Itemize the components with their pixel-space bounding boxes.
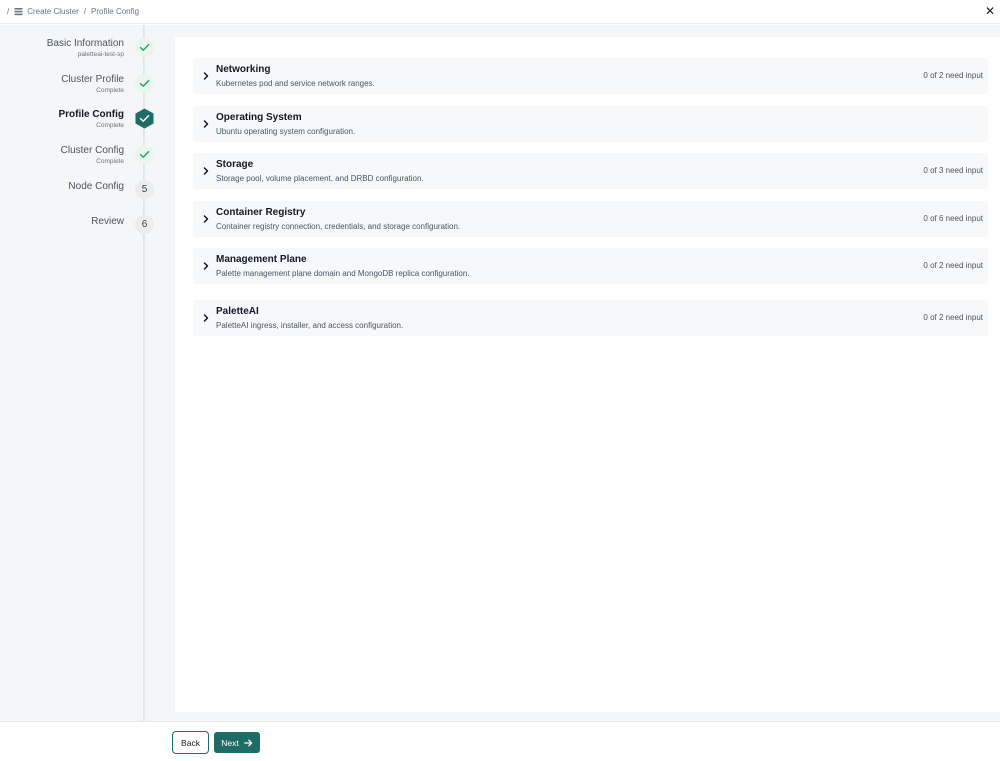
section-networking[interactable]: Networking Kubernetes pod and service ne… (193, 58, 988, 94)
section-title: Networking (216, 64, 271, 75)
back-button[interactable]: Back (172, 731, 209, 754)
section-title: Operating System (216, 112, 302, 123)
check-icon (135, 145, 154, 164)
chevron-right-icon (203, 215, 209, 223)
step-label: Profile Config (58, 109, 124, 120)
check-icon (135, 38, 154, 57)
cluster-icon (14, 7, 23, 16)
step-sublabel: Complete (96, 122, 124, 129)
section-status: 0 of 2 need input (923, 313, 983, 322)
section-operating-system[interactable]: Operating System Ubuntu operating system… (193, 106, 988, 142)
section-status: 0 of 2 need input (923, 261, 983, 270)
chevron-right-icon (203, 167, 209, 175)
section-status: 0 of 6 need input (923, 214, 983, 223)
breadcrumb-lead-separator: / (7, 7, 10, 16)
section-container-registry[interactable]: Container Registry Container registry co… (193, 201, 988, 237)
close-icon[interactable]: ✕ (985, 4, 995, 18)
section-description: Palette management plane domain and Mong… (216, 269, 470, 278)
step-sublabel: Complete (96, 87, 124, 94)
chevron-right-icon (203, 120, 209, 128)
section-description: PaletteAI ingress, installer, and access… (216, 321, 404, 330)
stepper-sidebar: Basic Information paletteai-test-sp Clus… (0, 25, 154, 721)
step-label: Review (91, 216, 124, 227)
section-paletteai[interactable]: PaletteAI PaletteAI ingress, installer, … (193, 300, 988, 336)
back-button-label: Back (181, 737, 200, 748)
breadcrumb-item-create-cluster[interactable]: Create Cluster (27, 7, 79, 16)
step-number-badge: 5 (135, 180, 154, 199)
section-title: Container Registry (216, 207, 306, 218)
chevron-right-icon (203, 314, 209, 322)
chevron-right-icon (203, 72, 209, 80)
section-description: Ubuntu operating system configuration. (216, 127, 356, 136)
step-basic-information[interactable]: Basic Information paletteai-test-sp (0, 37, 154, 67)
top-bar: / Create Cluster / Profile Config ✕ (0, 0, 1000, 24)
step-label: Node Config (68, 181, 124, 192)
section-title: Storage (216, 159, 254, 170)
section-description: Kubernetes pod and service network range… (216, 79, 375, 88)
step-number-badge: 6 (135, 215, 154, 234)
breadcrumb-separator: / (83, 7, 87, 16)
check-icon (135, 74, 154, 93)
chevron-right-icon (203, 262, 209, 270)
section-description: Storage pool, volume placement, and DRBD… (216, 174, 424, 183)
step-sublabel: Complete (96, 158, 124, 165)
step-label: Cluster Config (60, 145, 124, 156)
current-step-check-icon (135, 108, 154, 129)
step-review[interactable]: Review 6 (0, 215, 154, 245)
step-label: Basic Information (46, 38, 124, 49)
step-node-config[interactable]: Node Config 5 (0, 180, 154, 210)
section-description: Container registry connection, credentia… (216, 222, 461, 231)
section-status: 0 of 3 need input (923, 166, 983, 175)
section-title: Management Plane (216, 254, 307, 265)
footer-bar: Back Next (0, 721, 1000, 761)
step-cluster-profile[interactable]: Cluster Profile Complete (0, 73, 154, 103)
section-title: PaletteAI (216, 306, 259, 317)
section-status: 0 of 2 need input (923, 71, 983, 80)
next-button[interactable]: Next (214, 732, 260, 753)
step-label: Cluster Profile (61, 74, 124, 85)
step-cluster-config[interactable]: Cluster Config Complete (0, 144, 154, 174)
step-profile-config[interactable]: Profile Config Complete (0, 108, 154, 138)
section-management-plane[interactable]: Management Plane Palette management plan… (193, 248, 988, 284)
arrow-right-icon (243, 739, 252, 746)
next-button-label: Next (221, 737, 239, 748)
step-sublabel: paletteai-test-sp (77, 51, 124, 58)
breadcrumb-item-profile-config: Profile Config (91, 7, 140, 16)
section-storage[interactable]: Storage Storage pool, volume placement, … (193, 153, 988, 189)
